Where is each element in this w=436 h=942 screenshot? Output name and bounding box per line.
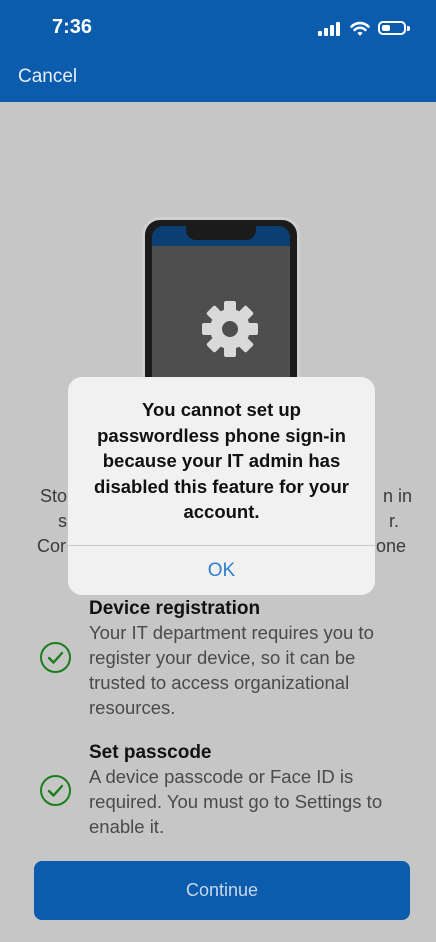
background-text-fragment: Sto — [40, 486, 68, 506]
feature-title: Set passcode — [89, 742, 212, 763]
background-text-fragment: n in — [383, 486, 413, 506]
continue-button[interactable]: Continue — [34, 861, 410, 920]
feature-set-passcode: Set passcode A device passcode or Face I… — [40, 742, 410, 842]
checkmark-icon — [40, 775, 71, 806]
battery-icon — [378, 21, 410, 35]
alert-dialog: You cannot set up passwordless phone sig… — [68, 377, 375, 595]
alert-message: You cannot set up passwordless phone sig… — [94, 399, 349, 522]
status-icons — [318, 18, 414, 40]
cancel-button[interactable]: Cancel — [18, 66, 77, 88]
app-header: 7:36 Cancel — [0, 0, 436, 102]
background-text-fragment: s — [58, 511, 67, 531]
background-text-fragment: r. — [389, 511, 400, 531]
checkmark-icon — [40, 642, 71, 673]
status-time: 7:36 — [52, 16, 93, 38]
alert-ok-button[interactable]: OK — [68, 546, 375, 595]
feature-device-registration: Device registration Your IT department r… — [40, 598, 410, 728]
feature-title: Device registration — [89, 598, 261, 619]
wifi-icon — [350, 21, 370, 36]
feature-description: A device passcode or Face ID is required… — [89, 766, 383, 837]
cellular-signal-icon — [318, 22, 342, 36]
background-text-fragment: one — [376, 536, 407, 556]
background-text-fragment: Cor — [37, 536, 67, 556]
gear-icon — [202, 301, 258, 357]
feature-description: Your IT department requires you to regis… — [89, 622, 374, 718]
